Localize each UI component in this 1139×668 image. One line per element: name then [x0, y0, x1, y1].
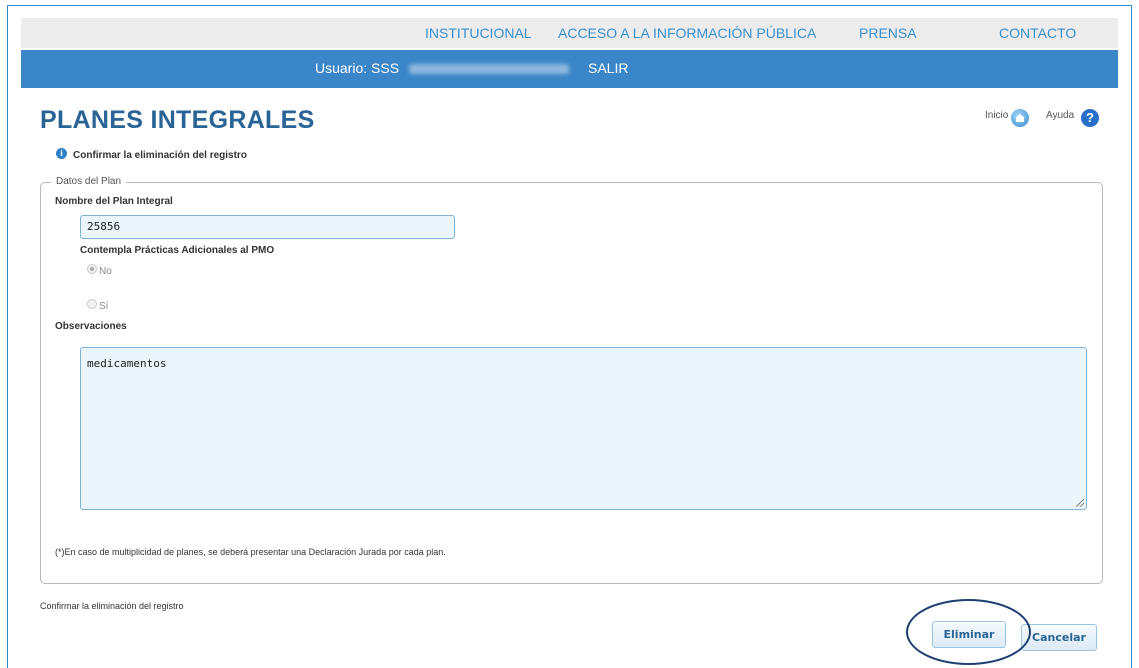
cancel-button[interactable]: Cancelar	[1021, 624, 1097, 651]
radio-no-label: No	[99, 266, 112, 277]
nav-contacto[interactable]: CONTACTO	[999, 25, 1076, 41]
observations-value: medicamentos	[87, 357, 167, 370]
radio-si[interactable]	[87, 299, 97, 309]
observations-textarea[interactable]: medicamentos	[80, 347, 1087, 510]
info-icon: i	[56, 148, 67, 159]
top-navigation: INSTITUCIONAL ACCESO A LA INFORMACIÓN PÚ…	[21, 18, 1118, 48]
delete-button[interactable]: Eliminar	[932, 621, 1006, 648]
confirm-delete-text: Confirmar la eliminación del registro	[40, 601, 184, 611]
nav-institucional[interactable]: INSTITUCIONAL	[425, 25, 532, 41]
home-icon[interactable]	[1011, 109, 1029, 127]
fieldset-legend: Datos del Plan	[51, 176, 127, 187]
nav-prensa[interactable]: PRENSA	[859, 25, 917, 41]
observations-label: Observaciones	[55, 321, 127, 332]
info-message: Confirmar la eliminación del registro	[73, 150, 247, 161]
help-icon[interactable]: ?	[1081, 109, 1099, 127]
radio-no[interactable]	[87, 264, 97, 274]
plan-name-input[interactable]: 25856	[80, 215, 455, 239]
help-link[interactable]: Ayuda	[1046, 110, 1074, 121]
plan-name-label: Nombre del Plan Integral	[55, 196, 173, 207]
user-label: Usuario: SSS	[315, 60, 400, 76]
nav-acceso-informacion[interactable]: ACCESO A LA INFORMACIÓN PÚBLICA	[558, 25, 816, 41]
resize-grip-icon[interactable]	[1076, 499, 1084, 507]
practices-label: Contempla Prácticas Adicionales al PMO	[80, 245, 275, 256]
home-link[interactable]: Inicio	[985, 110, 1008, 121]
declaration-note: (*)En caso de multiplicidad de planes, s…	[55, 547, 446, 557]
redacted-username	[409, 64, 569, 74]
page-title: PLANES INTEGRALES	[40, 106, 315, 134]
user-bar: Usuario: SSS SALIR	[21, 50, 1118, 88]
radio-si-label: Sí	[99, 301, 109, 312]
logout-link[interactable]: SALIR	[588, 60, 628, 76]
